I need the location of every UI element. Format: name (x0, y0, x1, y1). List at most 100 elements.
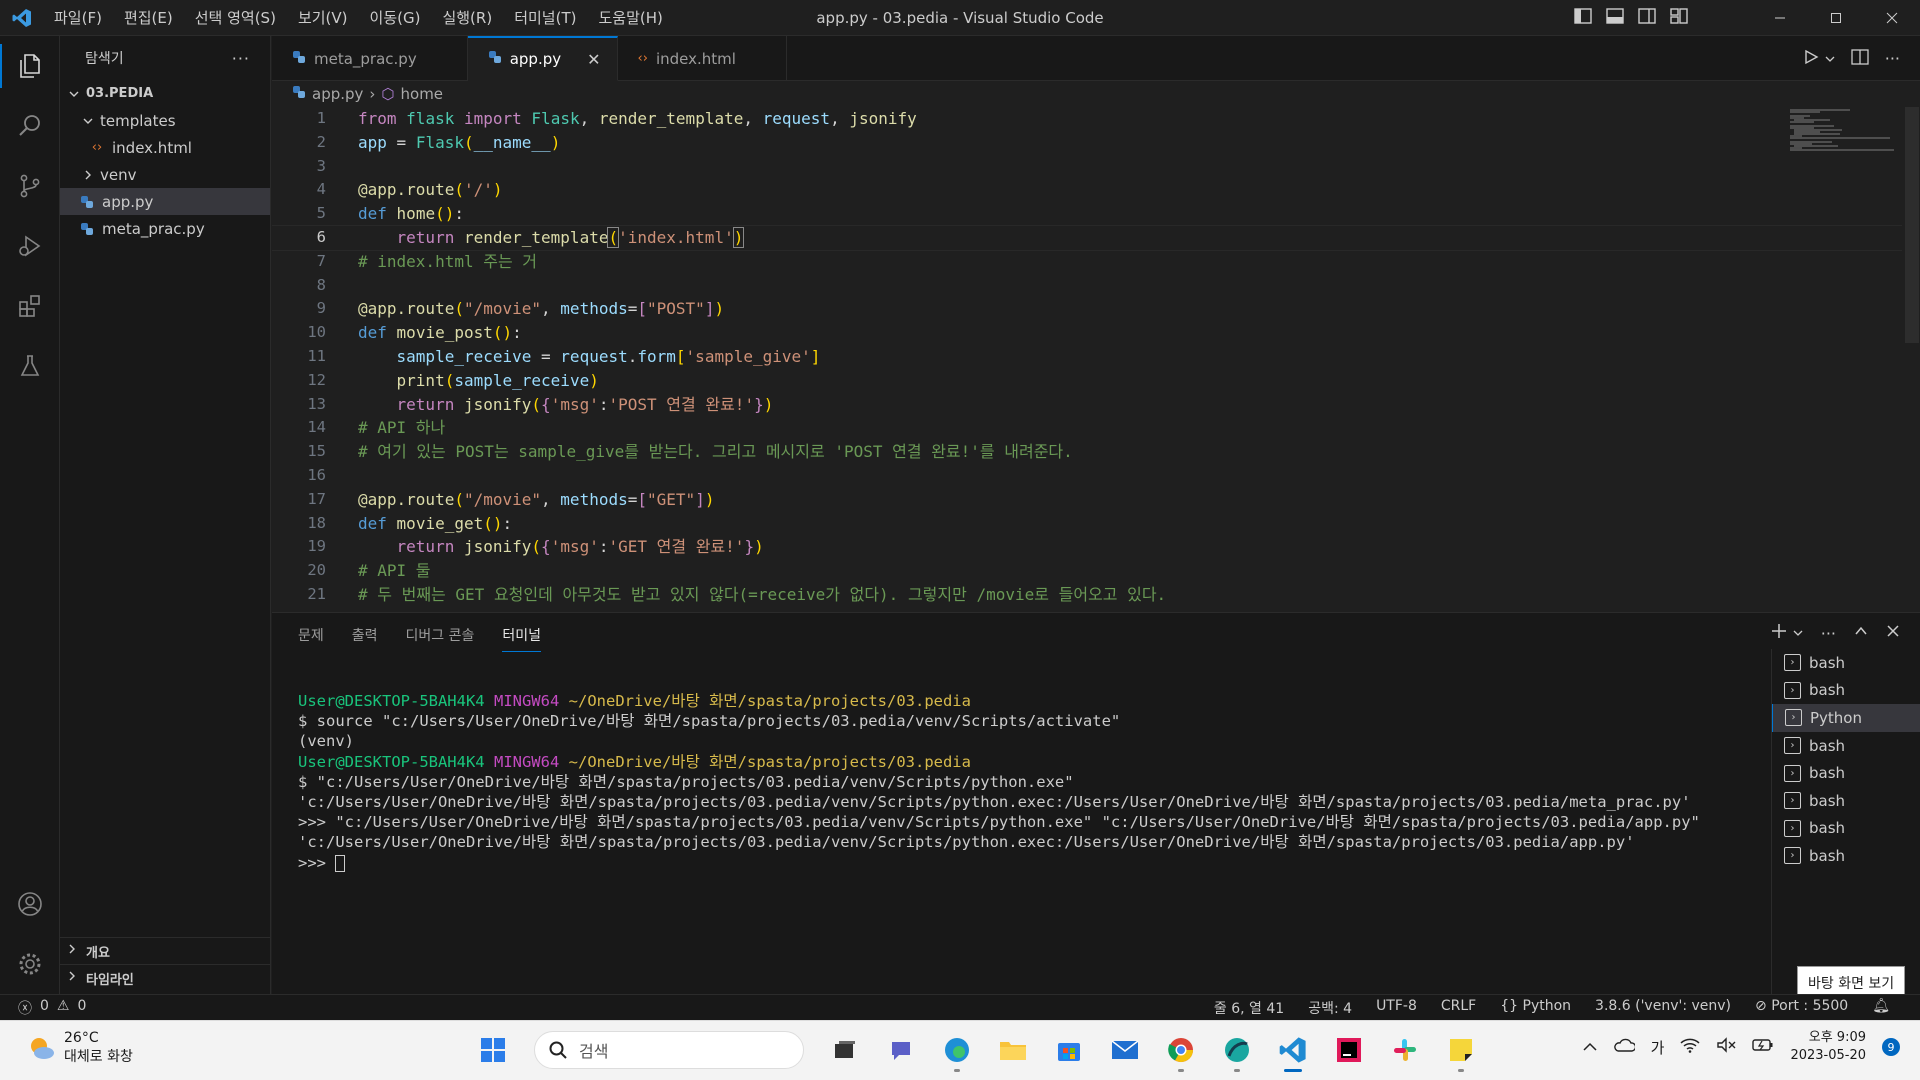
tab-index-html[interactable]: ‹› index.html (618, 36, 787, 81)
outline-section[interactable]: 개요 (60, 937, 270, 964)
edge-button[interactable] (934, 1027, 980, 1073)
file-explorer-button[interactable] (990, 1027, 1036, 1073)
toggle-secondary-sidebar-icon[interactable] (1638, 8, 1656, 28)
tab-output[interactable]: 출력 (352, 625, 378, 652)
task-view-button[interactable] (822, 1027, 868, 1073)
new-terminal-icon[interactable] (1771, 623, 1787, 643)
maximize-button[interactable] (1808, 0, 1864, 36)
onedrive-cloud-icon[interactable] (1613, 1038, 1636, 1056)
volume-muted-icon[interactable] (1716, 1037, 1736, 1057)
problems-status[interactable]: ⓧ 0 ⚠ 0 (0, 998, 86, 1018)
close-panel-icon[interactable] (1886, 624, 1900, 642)
chevron-down-icon[interactable] (1825, 50, 1835, 68)
end-of-line[interactable]: CRLF (1441, 998, 1476, 1018)
terminal-instance[interactable]: › Python (1772, 704, 1920, 732)
folder-templates[interactable]: templates (60, 107, 270, 134)
python-interpreter[interactable]: 3.8.6 ('venv': venv) (1595, 998, 1731, 1018)
more-actions-icon[interactable]: ··· (232, 49, 250, 68)
menu-edit[interactable]: 편집(E) (114, 0, 183, 36)
mail-button[interactable] (1102, 1027, 1148, 1073)
more-actions-icon[interactable]: ··· (1885, 49, 1900, 68)
menu-selection[interactable]: 선택 영역(S) (185, 0, 286, 36)
run-python-file-icon[interactable] (1803, 49, 1819, 69)
breadcrumb-symbol[interactable]: home (401, 85, 444, 103)
language-mode[interactable]: {} Python (1500, 998, 1571, 1018)
live-server-port[interactable]: ⊘ Port : 5500 (1755, 998, 1848, 1018)
menu-view[interactable]: 보기(V) (288, 0, 358, 36)
search-icon[interactable] (0, 96, 60, 156)
accounts-icon[interactable] (0, 874, 60, 934)
editor-scrollbar[interactable] (1905, 107, 1919, 343)
chrome-button[interactable] (1158, 1027, 1204, 1073)
browser-app-button[interactable] (1214, 1027, 1260, 1073)
settings-gear-icon[interactable] (0, 934, 60, 994)
start-button[interactable] (470, 1027, 516, 1073)
more-actions-icon[interactable]: ··· (1821, 624, 1836, 643)
toggle-panel-icon[interactable] (1606, 8, 1624, 28)
folder-venv[interactable]: venv (60, 161, 270, 188)
tab-terminal[interactable]: 터미널 (502, 625, 542, 652)
extensions-icon[interactable] (0, 276, 60, 336)
file-meta-prac-py[interactable]: meta_prac.py (60, 215, 270, 242)
weather-widget[interactable]: 26°C 대체로 화창 (26, 1029, 133, 1067)
folder-root[interactable]: 03.PEDIA (60, 80, 270, 107)
terminal-output[interactable]: User@DESKTOP-5BAH4K4 MINGW64 ~/OneDrive/… (298, 691, 1700, 873)
clock[interactable]: 오후 9:09 2023-05-20 (1790, 1029, 1866, 1065)
close-tab-icon[interactable]: ✕ (587, 50, 600, 69)
timeline-section[interactable]: 타임라인 (60, 964, 270, 991)
menu-help[interactable]: 도움말(H) (588, 0, 672, 36)
minimize-button[interactable] (1752, 0, 1808, 36)
file-app-py[interactable]: app.py (60, 188, 270, 215)
wifi-icon[interactable] (1680, 1037, 1700, 1057)
minimap[interactable] (1790, 107, 1900, 167)
tab-meta-prac-py[interactable]: meta_prac.py (272, 36, 468, 81)
vscode-taskbar-button[interactable] (1270, 1027, 1316, 1073)
terminal-instance[interactable]: › bash (1772, 815, 1920, 843)
time: 오후 9:09 (1808, 1030, 1866, 1045)
close-window-button[interactable] (1864, 0, 1920, 36)
terminal-instance[interactable]: › bash (1772, 759, 1920, 787)
tab-problems[interactable]: 문제 (298, 625, 324, 652)
maximize-panel-icon[interactable] (1854, 624, 1868, 642)
menu-run[interactable]: 실행(R) (432, 0, 502, 36)
customize-layout-icon[interactable] (1670, 8, 1688, 28)
split-editor-icon[interactable] (1851, 48, 1869, 69)
chevron-down-icon[interactable] (1793, 624, 1803, 642)
breadcrumb-file[interactable]: app.py (312, 85, 363, 103)
tab-debug-console[interactable]: 디버그 콘솔 (406, 625, 475, 652)
taskbar-search[interactable]: 검색 (534, 1031, 804, 1069)
show-hidden-icons-icon[interactable] (1583, 1038, 1597, 1056)
terminal-instance[interactable]: › bash (1772, 787, 1920, 815)
ime-indicator[interactable]: 가 (1651, 1037, 1665, 1058)
sticky-notes-button[interactable] (1438, 1027, 1484, 1073)
python-file-icon (488, 50, 502, 68)
tab-label: app.py (509, 50, 562, 68)
error-count: 0 (40, 997, 49, 1014)
terminal-instance[interactable]: › bash (1772, 649, 1920, 677)
menu-terminal[interactable]: 터미널(T) (504, 0, 586, 36)
slack-button[interactable] (1382, 1027, 1428, 1073)
battery-icon[interactable] (1752, 1038, 1774, 1056)
notification-count-badge[interactable]: 9 (1882, 1038, 1900, 1056)
cursor-position[interactable]: 줄 6, 열 41 (1214, 998, 1284, 1018)
file-app-py-label: app.py (102, 192, 154, 211)
jetbrains-button[interactable] (1326, 1027, 1372, 1073)
tab-app-py[interactable]: app.py ✕ (467, 36, 618, 81)
terminal-instance[interactable]: › bash (1772, 842, 1920, 870)
microsoft-store-button[interactable] (1046, 1027, 1092, 1073)
toggle-primary-sidebar-icon[interactable] (1574, 8, 1592, 28)
notifications-bell-icon[interactable]: 🔔︎ (1872, 998, 1890, 1018)
terminal-instance[interactable]: › bash (1772, 732, 1920, 760)
explorer-icon[interactable] (0, 36, 60, 96)
menu-file[interactable]: 파일(F) (44, 0, 112, 36)
indentation[interactable]: 공백: 4 (1308, 998, 1352, 1018)
code-editor[interactable]: 1 from flask import Flask, render_templat… (272, 107, 1902, 610)
file-index-html[interactable]: ‹› index.html (60, 134, 270, 161)
terminal-instance[interactable]: › bash (1772, 677, 1920, 705)
menu-go[interactable]: 이동(G) (360, 0, 431, 36)
source-control-icon[interactable] (0, 156, 60, 216)
teams-chat-button[interactable] (878, 1027, 924, 1073)
run-and-debug-icon[interactable] (0, 216, 60, 276)
testing-icon[interactable] (0, 336, 60, 396)
encoding[interactable]: UTF-8 (1376, 998, 1417, 1018)
